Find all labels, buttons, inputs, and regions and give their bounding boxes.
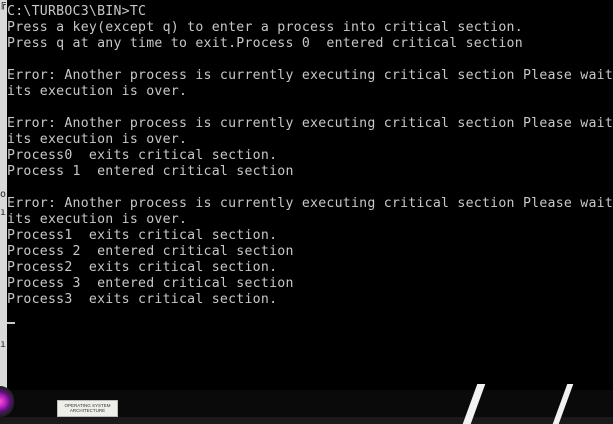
corner-mark: ╔: [0, 0, 7, 10]
console-line: Process1 exits critical section.: [7, 228, 278, 243]
console-line: Process2 exits critical section.: [7, 260, 278, 275]
console-line: Error: Another process is currently exec…: [7, 68, 613, 83]
desktop-left-strip: ╔ o ı ı: [0, 0, 7, 417]
desktop-fragment: o: [0, 189, 7, 200]
console-line: C:\TURBOC3\BIN>TC: [7, 4, 147, 19]
console-line: Process 1 entered critical section: [7, 164, 294, 179]
console-window[interactable]: C:\TURBOC3\BIN>TC Press a key(except q) t…: [7, 0, 613, 390]
console-output: C:\TURBOC3\BIN>TC Press a key(except q) t…: [7, 0, 613, 308]
console-line: Process0 exits critical section.: [7, 148, 278, 163]
console-line: its execution is over.: [7, 132, 188, 147]
book-thumbnail[interactable]: OPERATING SYSTEM ARCHITECTURE: [57, 400, 118, 417]
console-line: Error: Another process is currently exec…: [7, 196, 613, 211]
console-line: Process3 exits critical section.: [7, 292, 278, 307]
console-line: its execution is over.: [7, 212, 188, 227]
text-cursor: [7, 322, 15, 324]
console-line: Press q at any time to exit.Process 0 en…: [7, 36, 523, 51]
console-line: Press a key(except q) to enter a process…: [7, 20, 523, 35]
console-line: Process 2 entered critical section: [7, 244, 294, 259]
console-line: its execution is over.: [7, 84, 188, 99]
console-line: Error: Another process is currently exec…: [7, 116, 613, 131]
desktop-fragment: ı: [0, 207, 7, 218]
console-line: Process 3 entered critical section: [7, 276, 294, 291]
book-title: OPERATING SYSTEM ARCHITECTURE: [64, 403, 111, 413]
wallpaper-stripe: [462, 384, 486, 424]
wallpaper-stripe: [552, 384, 574, 424]
desktop-fragment: ı: [0, 339, 7, 350]
